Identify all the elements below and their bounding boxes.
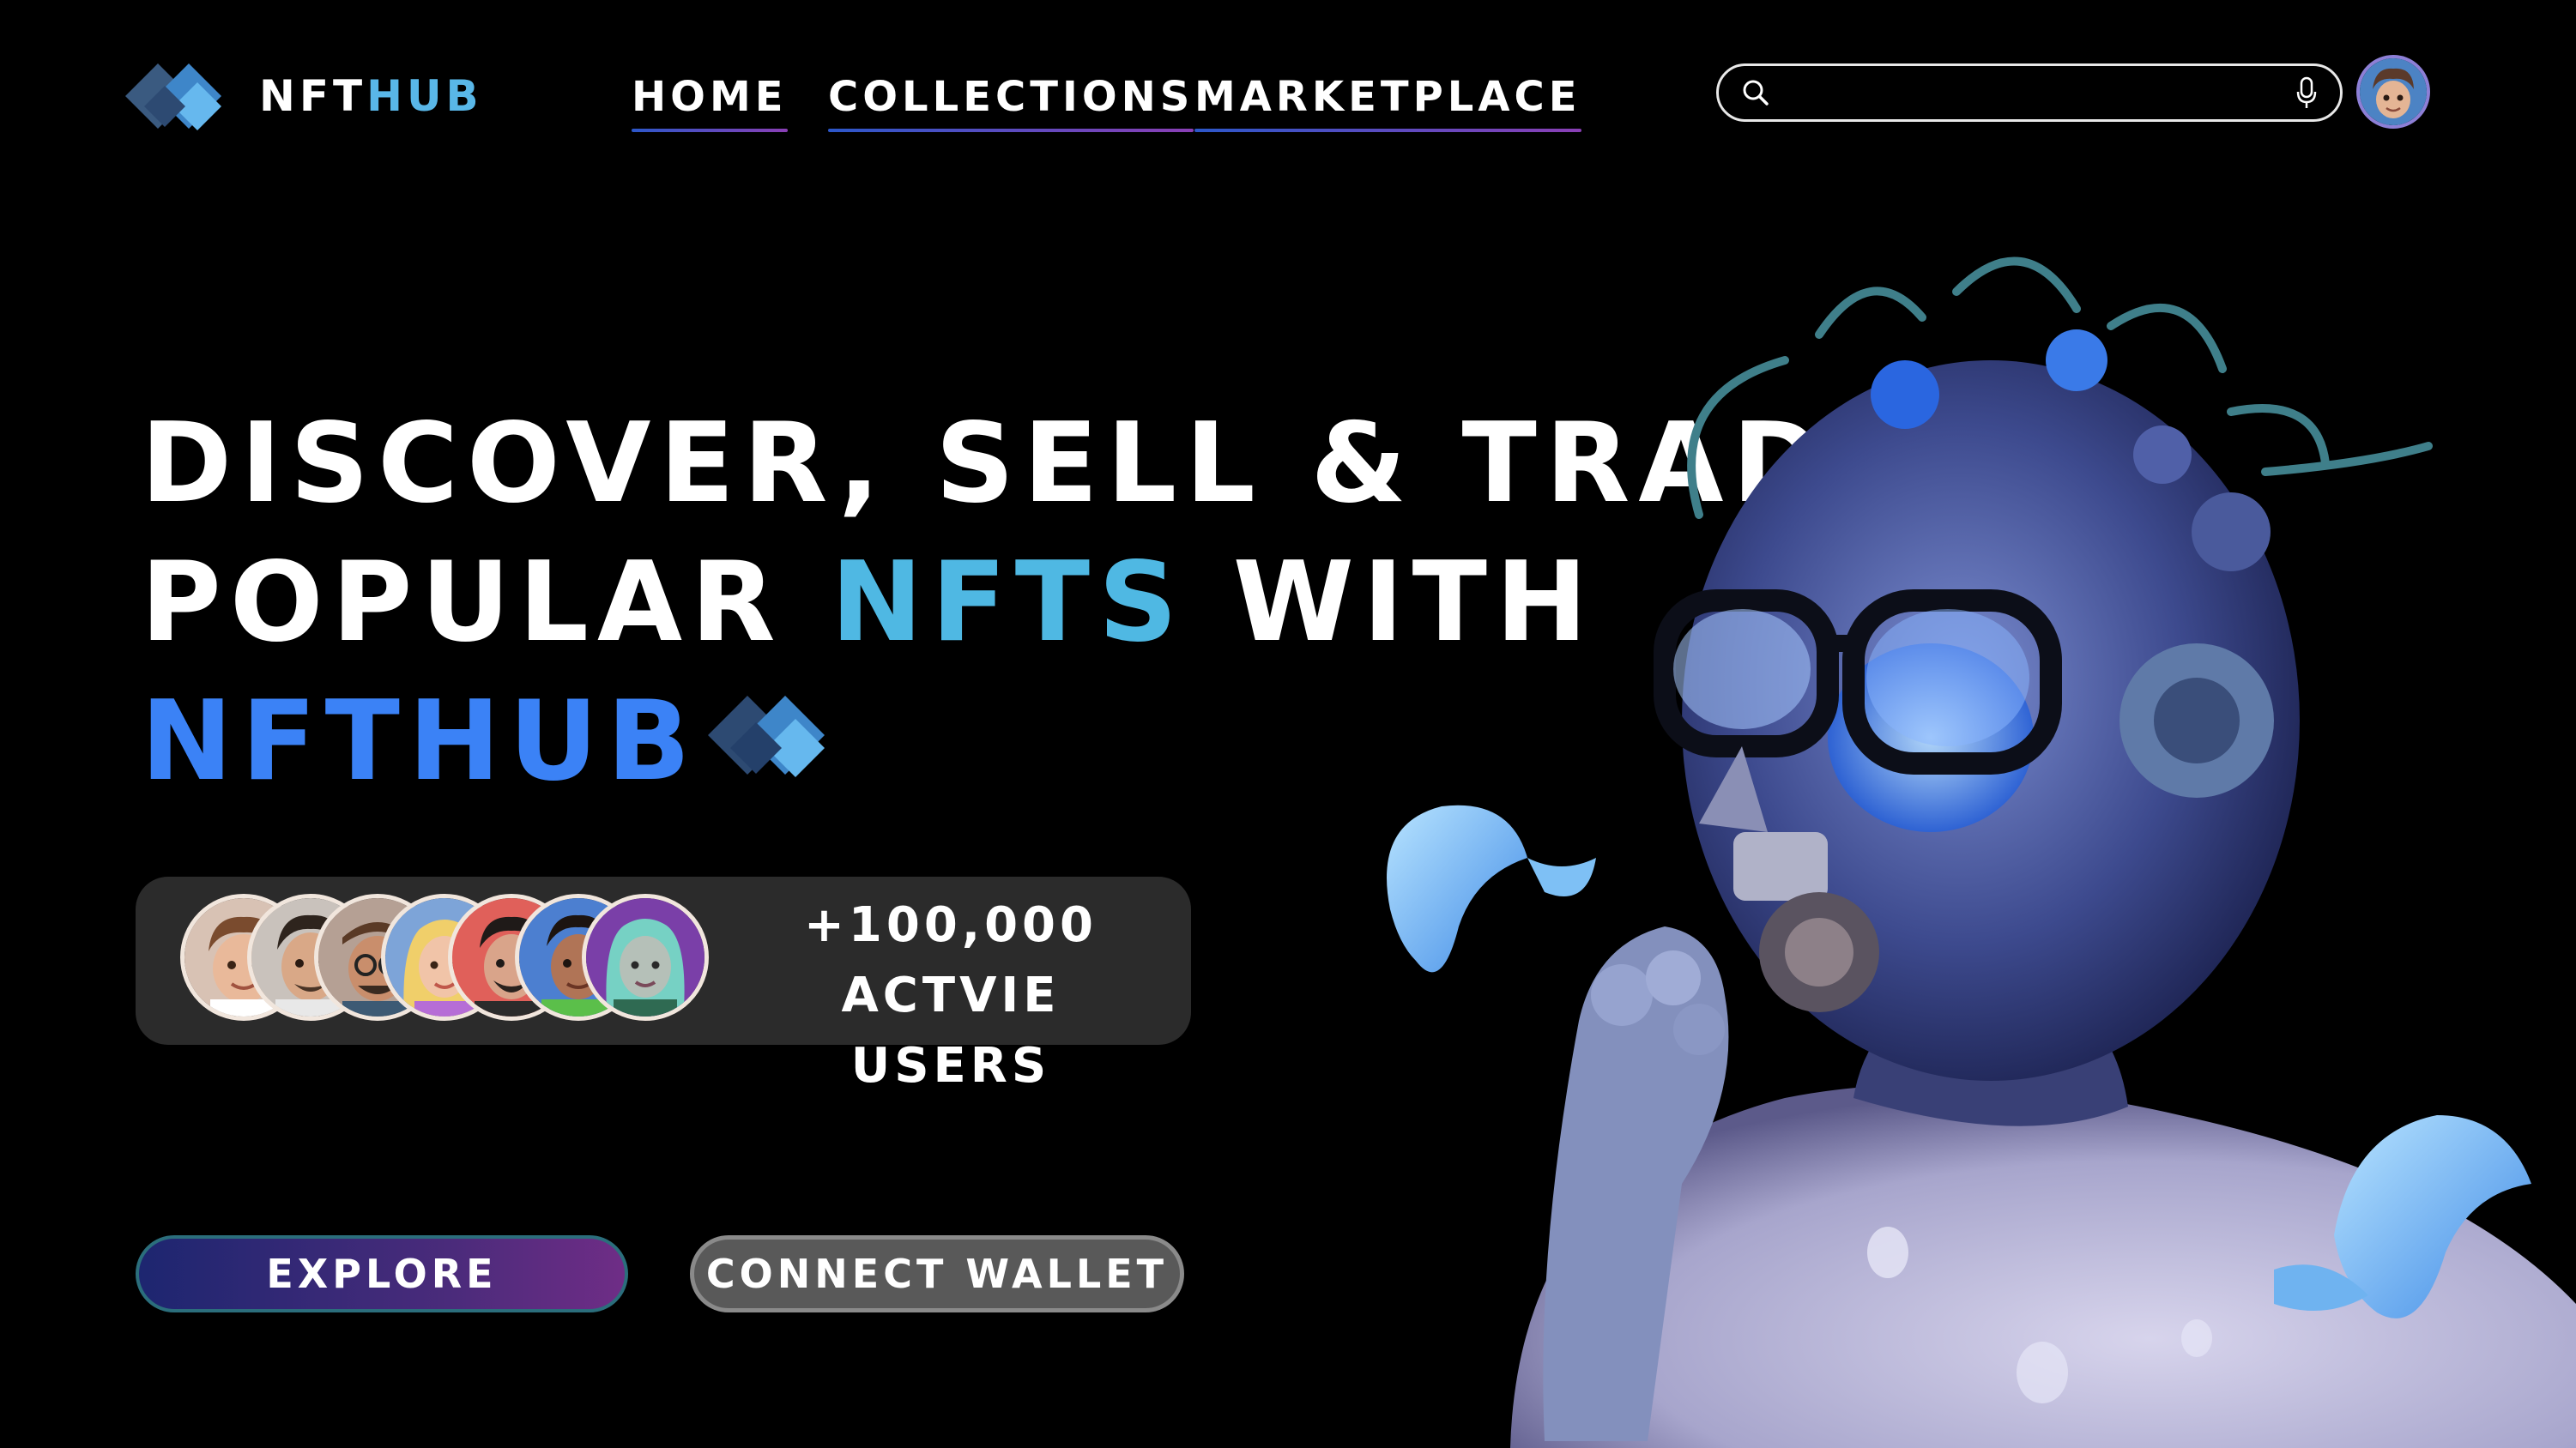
connect-wallet-button-label: CONNECT WALLET [705,1251,1169,1297]
nav-home[interactable]: HOME [632,67,788,132]
brand-name-part2: HUB [366,71,483,121]
nav-collections-label: COLLECTIONS [828,73,1194,121]
active-users-label: ACTVIE USERS [841,968,1061,1094]
nav-underline [1194,129,1581,132]
active-users-text: +100,000 ACTVIE USERS [745,890,1157,1101]
nav-marketplace-label: MARKETPLACE [1194,73,1581,121]
nav-collections[interactable]: COLLECTIONS [828,67,1194,132]
nav-home-label: HOME [632,73,788,121]
diamond-logo-icon [125,63,221,130]
search-input[interactable] [1787,71,2271,116]
user-avatar-stack [180,894,712,1028]
hero-nft-artwork [1387,256,2576,1448]
user-avatar[interactable] [2356,55,2430,129]
search-bar[interactable] [1716,63,2343,122]
brand-logo[interactable]: NFTHUB [125,57,483,136]
search-icon[interactable] [1741,78,1770,107]
active-users-card: +100,000 ACTVIE USERS [136,877,1191,1094]
explore-button-label: EXPLORE [266,1251,498,1297]
avatar [582,894,709,1021]
avatar-icon [2360,58,2427,125]
microphone-icon[interactable] [2295,76,2318,111]
headline-accent-nfts: NFTS [831,539,1187,667]
active-users-count: +100,000 [804,897,1098,953]
brand-name: NFTHUB [259,75,483,118]
headline-line-2-start: POPULAR [141,539,831,667]
diamond-logo-icon [707,676,844,815]
headline-brand: NFTHUB [141,678,699,805]
brand-name-part1: NFT [259,71,367,121]
explore-button[interactable]: EXPLORE [136,1235,628,1312]
nav-underline [632,129,788,132]
connect-wallet-button[interactable]: CONNECT WALLET [690,1235,1184,1312]
nav-marketplace[interactable]: MARKETPLACE [1194,67,1581,132]
nav-underline [828,129,1194,132]
